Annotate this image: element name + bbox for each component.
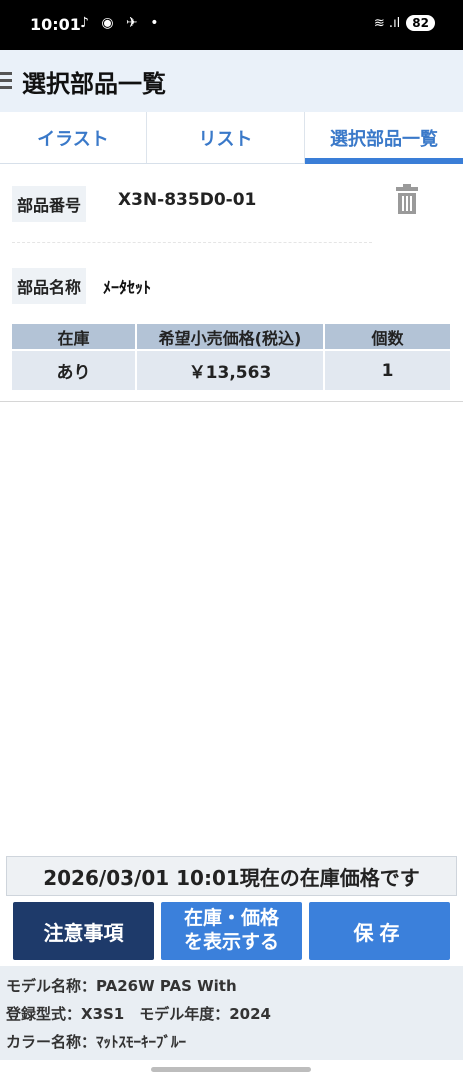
table-row: あり ￥13,563 1	[12, 349, 450, 390]
status-right: ≋ .ıl 82	[374, 15, 435, 31]
header-price: 希望小売価格(税込)	[136, 324, 325, 350]
gesture-nav-handle[interactable]	[151, 1067, 311, 1072]
tab-illustration[interactable]: イラスト	[0, 112, 147, 163]
stock-cell: あり	[12, 349, 137, 390]
show-stock-price-button[interactable]: 在庫・価格 を表示する	[161, 902, 302, 960]
status-time: 10:01	[30, 15, 81, 34]
battery-icon: 82	[406, 15, 435, 31]
model-name: モデル名称：PA26W PAS With	[6, 977, 237, 995]
trash-icon[interactable]	[396, 184, 418, 214]
stock-price-banner: 2026/03/01 10:01現在の在庫価格です	[6, 856, 457, 896]
registration-info: 登録型式：X3S1 モデル年度：2024	[6, 1005, 271, 1023]
caution-button[interactable]: 注意事項	[13, 902, 154, 960]
part-number-label: 部品番号	[12, 186, 87, 222]
tab-selected-parts[interactable]: 選択部品一覧	[305, 112, 463, 164]
tab-bar: イラスト リスト 選択部品一覧	[0, 112, 463, 164]
quantity-cell: 1	[324, 349, 450, 390]
show-button-line1: 在庫・価格	[183, 907, 279, 930]
divider	[12, 242, 372, 243]
show-button-line2: を表示する	[183, 931, 279, 953]
save-button[interactable]: 保存	[309, 902, 450, 960]
page-title: 選択部品一覧	[22, 70, 166, 98]
part-name-label: 部品名称	[12, 268, 87, 304]
notification-icons: ♪ ◉ ✈ •	[80, 15, 163, 31]
menu-icon[interactable]	[0, 72, 12, 90]
header-stock: 在庫	[12, 324, 137, 350]
part-info-table: 在庫 希望小売価格(税込) 個数 あり ￥13,563 1	[12, 324, 450, 390]
tab-list[interactable]: リスト	[147, 112, 305, 163]
app-header: 選択部品一覧	[0, 50, 463, 112]
part-number-value: X3N-835D0-01	[118, 190, 257, 210]
part-name-value: ﾒｰﾀｾｯﾄ	[103, 278, 152, 297]
wifi-signal-icon: ≋ .ıl	[373, 15, 401, 31]
header-quantity: 個数	[324, 324, 450, 350]
color-name: カラー名称：ﾏｯﾄｽﾓｰｷｰﾌﾞﾙｰ	[6, 1033, 187, 1051]
model-info: モデル名称：PA26W PAS With 登録型式：X3S1 モデル年度：202…	[0, 966, 463, 1060]
status-bar: 10:01 ♪ ◉ ✈ • ≋ .ıl 82	[0, 0, 463, 50]
part-card: 部品番号 X3N-835D0-01 部品名称 ﾒｰﾀｾｯﾄ 在庫 希望小売価格(…	[0, 164, 463, 402]
price-cell: ￥13,563	[136, 349, 325, 390]
